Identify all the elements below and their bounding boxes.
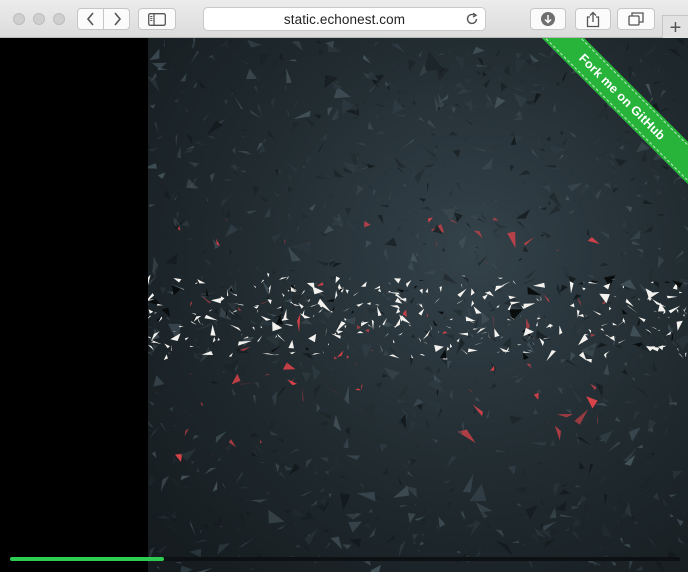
back-button[interactable] [77,8,104,30]
new-tab-button[interactable]: + [662,15,688,39]
playback-progress-track[interactable] [10,557,680,561]
reload-icon[interactable] [465,12,479,26]
minimize-window-button[interactable] [33,13,45,25]
chevron-left-icon [86,12,94,26]
download-icon [541,12,555,26]
fork-ribbon-band[interactable]: Fork me on GitHub [538,38,688,184]
fork-ribbon-label[interactable]: Fork me on GitHub [576,51,668,143]
chevron-right-icon [113,12,121,26]
plus-icon: + [669,16,682,39]
forward-button[interactable] [103,8,130,30]
fork-ribbon[interactable]: Fork me on GitHub [538,38,688,188]
tabs-icon [628,12,644,26]
show-tabs-button[interactable] [617,8,655,30]
share-icon [586,11,600,27]
address-bar[interactable]: static.echonest.com [203,7,486,31]
downloads-button[interactable] [530,8,566,30]
sidebar-icon [148,12,166,26]
page-viewport: Fork me on GitHub [0,38,688,572]
zoom-window-button[interactable] [53,13,65,25]
browser-toolbar: static.echonest.com + [0,0,688,39]
sidebar-button[interactable] [138,8,176,30]
share-button[interactable] [575,8,611,30]
url-text: static.echonest.com [283,11,406,27]
playback-progress-fill [10,557,165,561]
close-window-button[interactable] [13,13,25,25]
